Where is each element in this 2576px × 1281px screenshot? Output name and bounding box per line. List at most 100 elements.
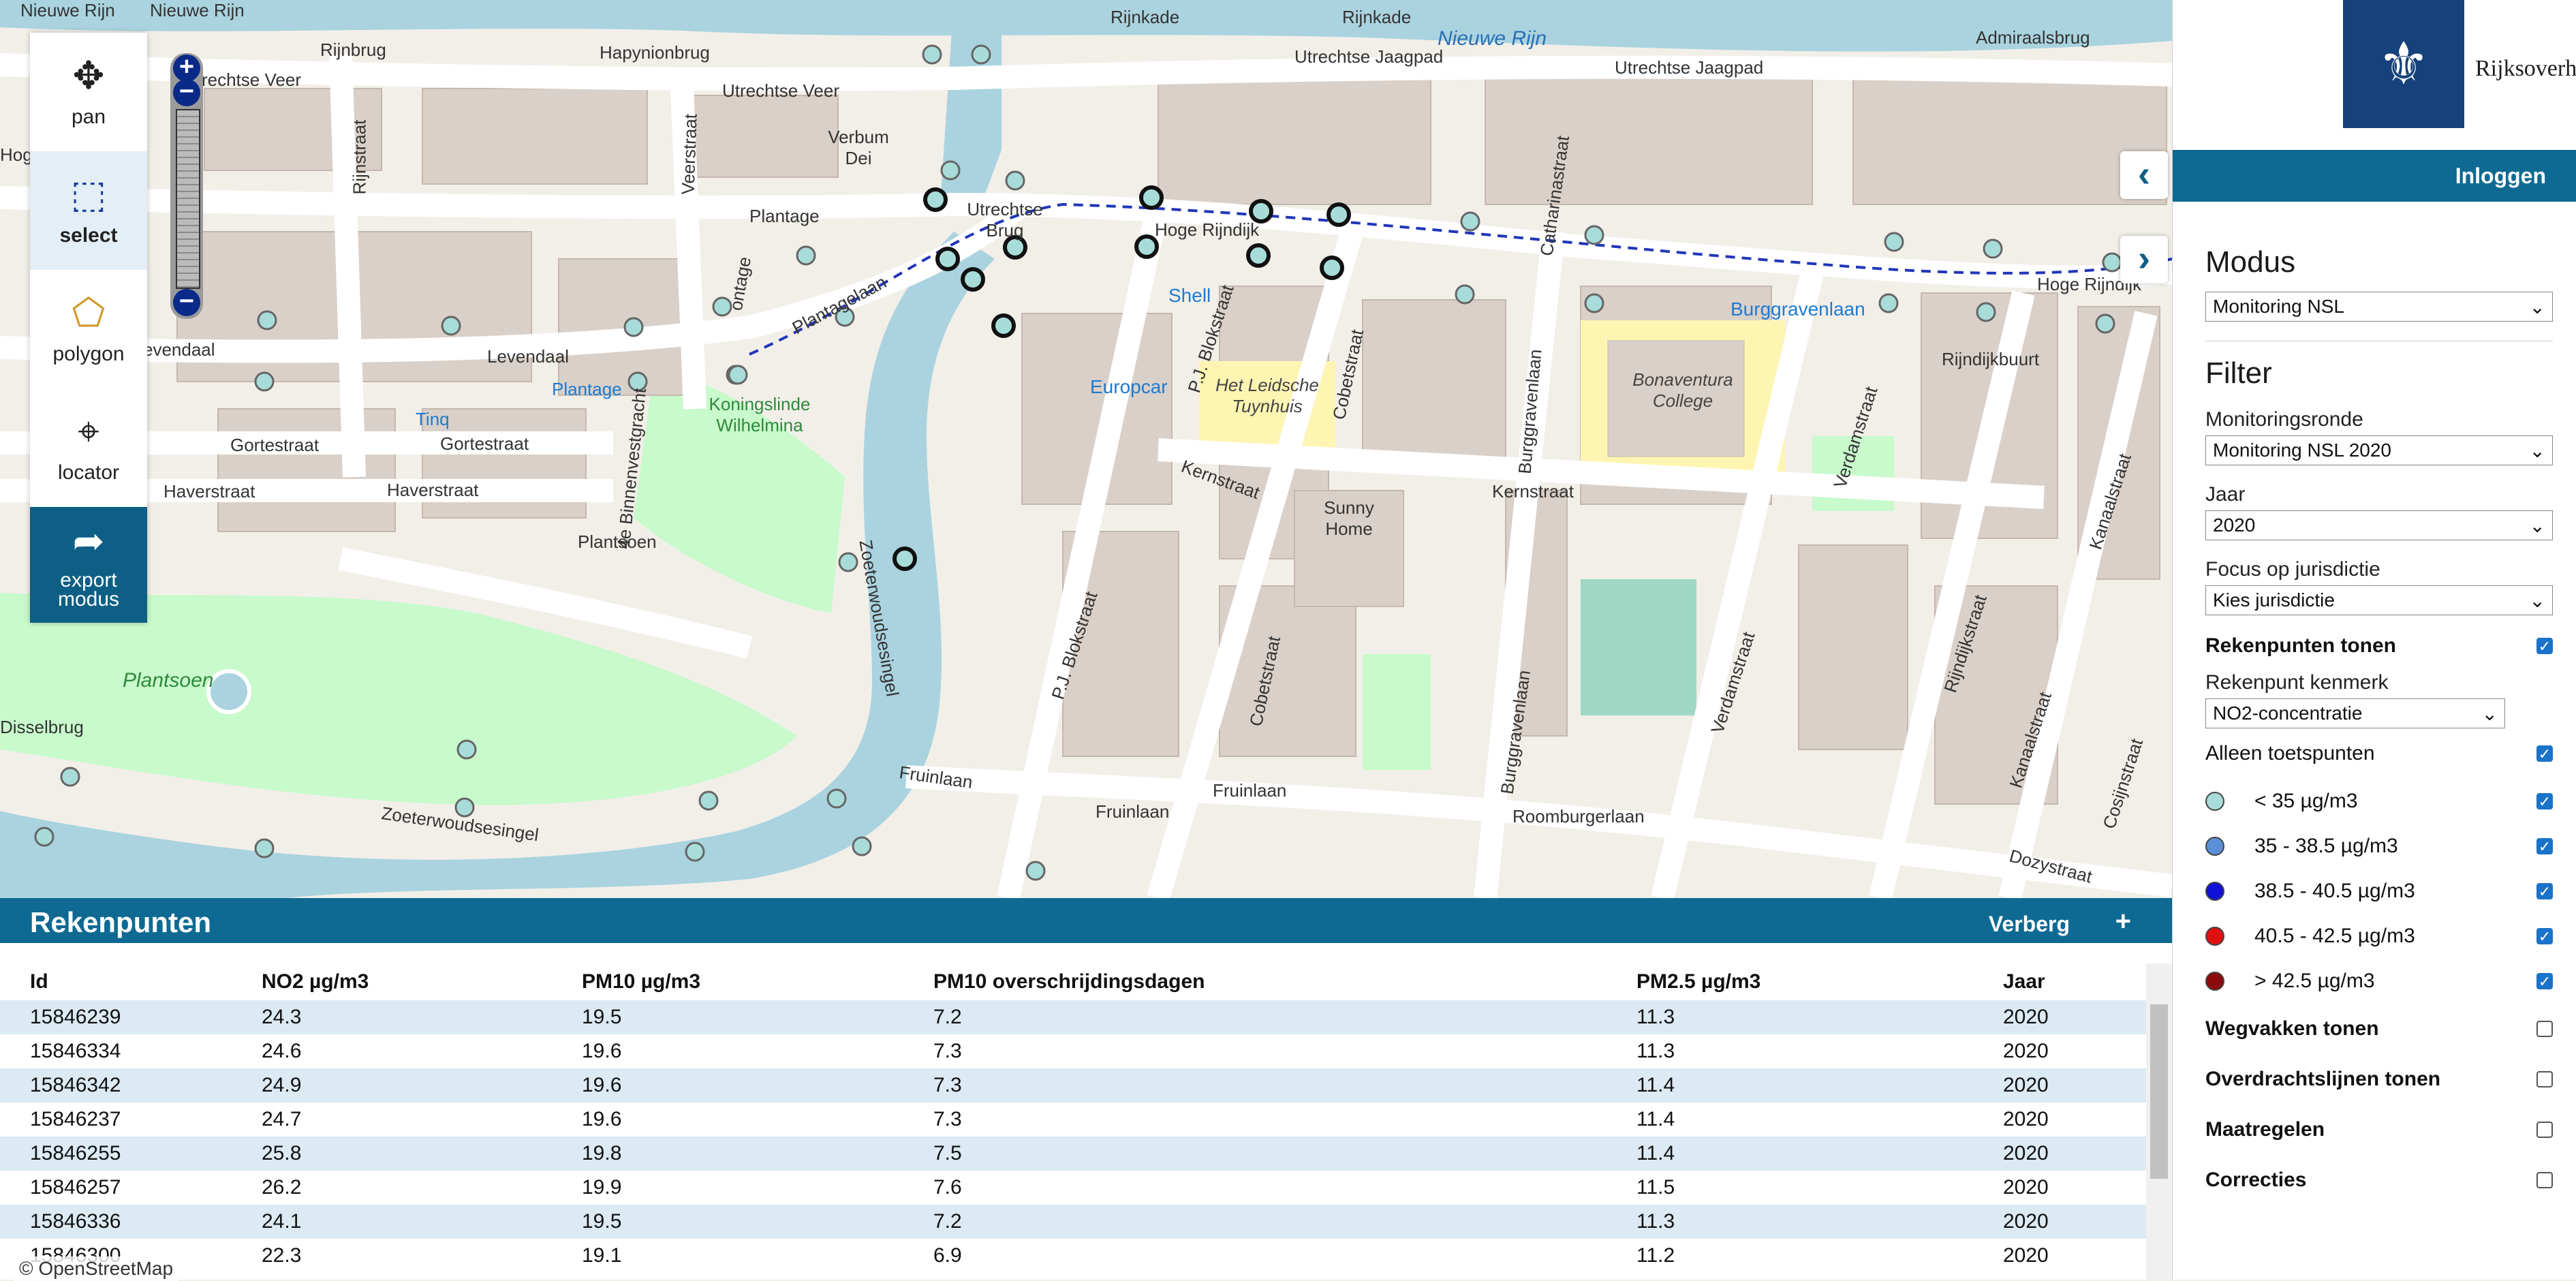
jurisdictie-select[interactable]: Kies jurisdictie ⌄ [2205,585,2553,615]
map-attribution[interactable]: © OpenStreetMap [14,1256,179,1281]
map-label: Veerstraat [677,113,701,196]
zoom-out-small-button[interactable]: − [173,78,200,106]
zoom-out-button[interactable]: − [173,288,200,316]
map-label: Kernstraat [1492,481,1574,501]
zoom-slider[interactable]: + − − [170,53,203,319]
cell: 2020 [2003,1210,2049,1233]
correcties-checkbox[interactable] [2536,1172,2553,1188]
map-label: Rijnkade [1342,7,1412,27]
pond [1581,579,1696,715]
column-header[interactable]: NO2 µg/m3 [262,970,582,993]
polygon-tool-button[interactable]: ⬠ polygon [30,270,147,388]
select-value: NO2-concentratie [2213,703,2363,724]
map-label: Tinq [416,409,450,429]
table-row[interactable]: 15846342 24.9 19.6 7.3 11.4 2020 [0,1068,2146,1102]
select-value: Monitoring NSL 2020 [2213,439,2392,461]
table-row[interactable]: 15846237 24.7 19.6 7.3 11.4 2020 [0,1102,2146,1137]
legend-checkbox[interactable]: ✓ [2536,883,2553,899]
map-label: Nieuwe Rijn [20,0,115,20]
brand-header: ⚜ Rijksoverheid [2173,0,2576,150]
table-row[interactable]: 15846336 24.1 19.5 7.2 11.3 2020 [0,1205,2146,1239]
cell: 19.1 [582,1244,622,1267]
column-header[interactable]: PM10 overschrijdingsdagen [933,970,1636,993]
map-label: Hapynionbrug [600,42,710,63]
modus-title: Modus [2205,245,2296,279]
cell: 19.9 [582,1176,622,1199]
column-header[interactable]: Id [0,970,262,993]
map-label: Nieuwe Rijn [150,0,245,20]
cell: 24.7 [262,1108,302,1130]
ronde-select[interactable]: Monitoring NSL 2020 ⌄ [2205,435,2553,465]
map-label: Utrechtse Jaagpad [1615,57,1764,78]
map-label: Haverstraat [164,481,255,501]
legend-checkbox[interactable]: ✓ [2536,973,2553,989]
cell: 19.5 [582,1006,622,1028]
zoom-track[interactable] [176,109,200,289]
column-header[interactable]: Jaar [2003,970,2139,993]
crest-icon: ⚜ [2377,31,2430,97]
wegvakken-checkbox[interactable] [2536,1021,2553,1037]
export-modus-button[interactable]: ➦ export modus [30,507,147,623]
toetspunten-checkbox[interactable]: ✓ [2536,745,2553,762]
cell: 7.3 [933,1074,962,1096]
expand-panel-arrow-icon[interactable]: › [2120,236,2168,283]
cell: 15846255 [30,1142,121,1164]
legend-item: 38.5 - 40.5 µg/m3 ✓ [2205,869,2553,914]
locator-tool-button[interactable]: ⌖ locator [30,388,147,507]
scrollbar-thumb[interactable] [2150,1004,2168,1179]
rekenpunten-header: Rekenpunten Verberg + [0,898,2172,943]
column-header[interactable]: PM10 µg/m3 [582,970,933,993]
chevron-down-icon: ⌄ [2529,514,2545,536]
table-row[interactable]: 15846239 24.3 19.5 7.2 11.3 2020 [0,1000,2146,1034]
jaar-label: Jaar [2205,483,2246,506]
cell: 11.5 [1636,1176,1675,1199]
table-row[interactable]: 15846300 22.3 19.1 6.9 11.2 2020 [0,1239,2146,1273]
verberg-button[interactable]: Verberg [1989,912,2070,937]
map-label: Rijnkade [1111,7,1180,27]
map-label: Fruinlaan [1213,780,1287,801]
map-label: Europcar [1090,376,1168,397]
pan-icon: ✥ [72,54,105,97]
legend-label: > 42.5 µg/m3 [2254,970,2375,992]
side-panel: ⚜ Rijksoverheid Inloggen Modus Monitorin… [2172,0,2576,1280]
maatregelen-checkbox[interactable] [2536,1122,2553,1138]
cell: 15846237 [30,1108,121,1130]
expand-plus-button[interactable]: + [2115,906,2131,937]
modus-select[interactable]: Monitoring NSL ⌄ [2205,292,2553,322]
rekenpunten-table: Id NO2 µg/m3 PM10 µg/m3 PM10 overschrijd… [0,963,2146,1273]
legend-label: 38.5 - 40.5 µg/m3 [2254,880,2415,902]
chevron-down-icon: ⌄ [2529,439,2545,461]
legend-checkbox[interactable]: ✓ [2536,928,2553,944]
legend-item: 40.5 - 42.5 µg/m3 ✓ [2205,914,2553,959]
table-row[interactable]: 15846334 24.6 19.6 7.3 11.3 2020 [0,1034,2146,1068]
map-view[interactable]: Nieuwe Rijn Nieuwe Rijn Rijnbrug Hapynio… [0,0,2172,898]
rekenpunten-options: Rekenpunt kenmerk NO2-concentratie ⌄ All… [2205,671,2576,1004]
polygon-icon: ⬠ [72,291,106,334]
login-button[interactable]: Inloggen [2455,164,2546,189]
rekenpunten-tonen-checkbox[interactable]: ✓ [2536,638,2553,654]
table-row[interactable]: 15846255 25.8 19.8 7.5 11.4 2020 [0,1137,2146,1171]
kenmerk-select[interactable]: NO2-concentratie ⌄ [2205,698,2505,728]
cell: 11.4 [1636,1074,1675,1096]
collapse-panel-arrow-icon[interactable]: ‹ [2120,151,2168,199]
table-scrollbar[interactable] [2146,963,2172,1280]
legend-checkbox[interactable]: ✓ [2536,793,2553,809]
cell: 2020 [2003,1142,2049,1164]
jaar-select[interactable]: 2020 ⌄ [2205,510,2553,540]
cell: 22.3 [262,1244,302,1267]
cell: 2020 [2003,1006,2049,1028]
pan-tool-button[interactable]: ✥ pan [30,33,147,151]
cell: 2020 [2003,1074,2049,1096]
map-label: Plantage [552,379,622,399]
park-pond [206,669,251,714]
legend-checkbox[interactable]: ✓ [2536,838,2553,854]
table-row[interactable]: 15846257 26.2 19.9 7.6 11.5 2020 [0,1171,2146,1205]
map-label: Hoge Rijndijk [1155,219,1260,240]
cell: 15846334 [30,1040,121,1062]
select-tool-button[interactable]: ⬚ select [30,151,147,270]
map-label: Utrechtse Jaagpad [1294,46,1444,67]
cell: 25.8 [262,1142,302,1164]
tool-label: export [60,569,117,591]
column-header[interactable]: PM2.5 µg/m3 [1636,970,2003,993]
overdracht-checkbox[interactable] [2536,1071,2553,1087]
